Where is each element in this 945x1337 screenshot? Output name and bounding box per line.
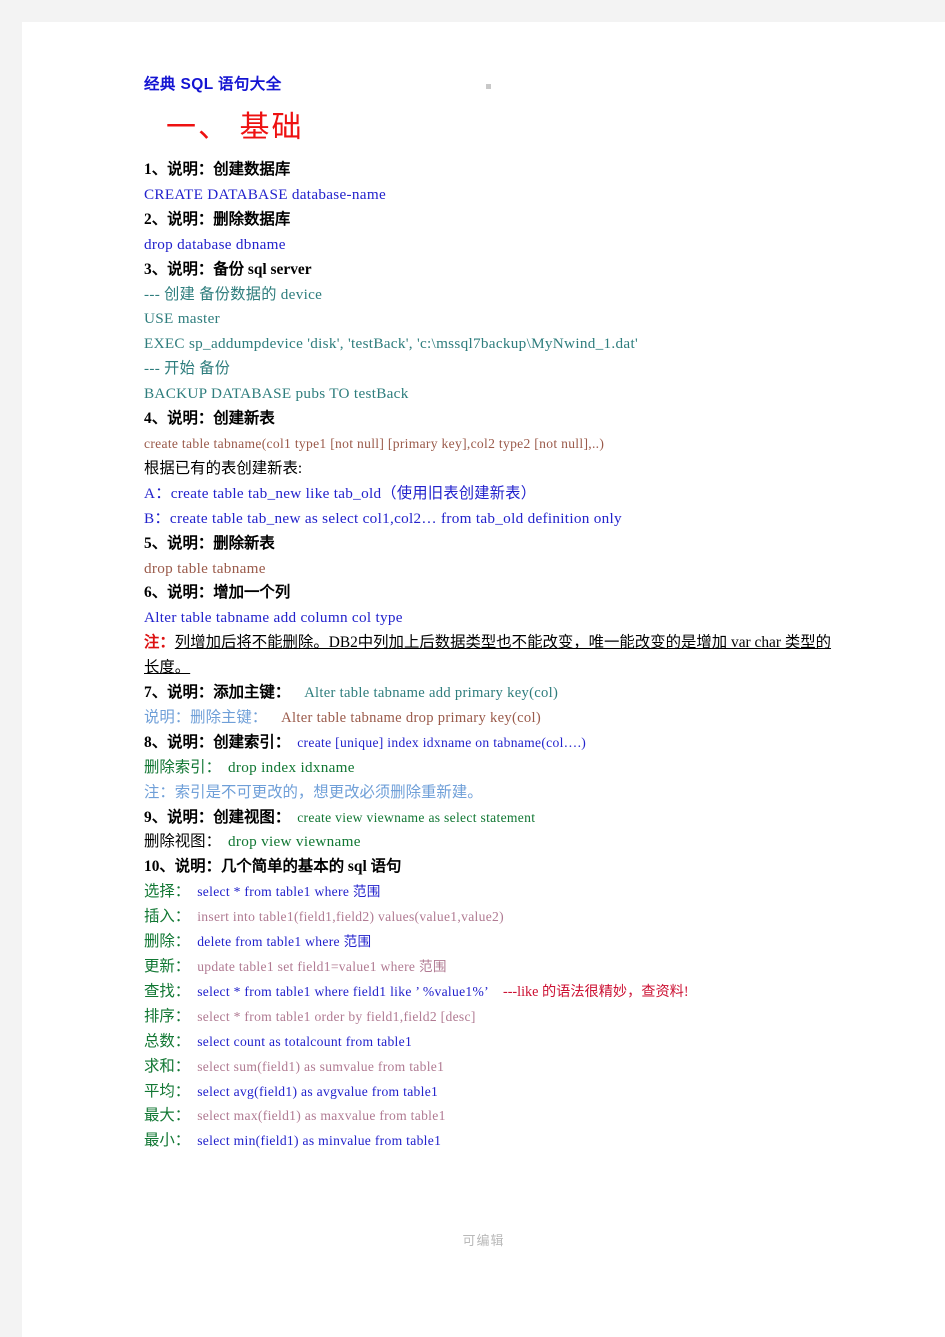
basic-statement-label: 选择： bbox=[144, 883, 191, 901]
basic-statement-sql: select min(field1) as minvalue from tabl… bbox=[197, 1133, 442, 1149]
basic-statement-comment: ---like 的语法很精妙，查资料! bbox=[502, 983, 689, 1000]
document-content: 经典 SQL 语句大全 一、 基础 1、说明：创建数据库 CREATE DATA… bbox=[144, 72, 844, 1154]
basic-statement-row: 最小： select min(field1) as minvalue from t… bbox=[144, 1129, 844, 1154]
basic-statement-row: 删除： delete from table1 where 范围 bbox=[144, 930, 844, 955]
basic-statement-sql: select count as totalcount from table1 bbox=[197, 1033, 413, 1049]
section-heading: 一、 基础 bbox=[166, 111, 304, 144]
item-7b-label: 说明：删除主键： bbox=[144, 708, 268, 726]
item-8b-sql: drop index idxname bbox=[227, 758, 355, 776]
document-page: 经典 SQL 语句大全 一、 基础 1、说明：创建数据库 CREATE DATA… bbox=[22, 22, 945, 1337]
item-4-label: 4、说明：创建新表 bbox=[144, 410, 275, 428]
item-4-variant-a: A：create table tab_new like tab_old（使用旧表… bbox=[144, 484, 537, 502]
basic-statement-label: 求和： bbox=[144, 1057, 191, 1075]
item-1-sql: CREATE DATABASE database-name bbox=[144, 185, 386, 203]
item-5-sql: drop table tabname bbox=[144, 559, 266, 577]
item-4-sql: create table tabname(col1 type1 [not nul… bbox=[144, 435, 605, 451]
basic-statement-label: 查找： bbox=[144, 982, 191, 1000]
basic-statement-sql: select * from table1 where 范围 bbox=[197, 884, 381, 900]
item-4-subtitle: 根据已有的表创建新表: bbox=[144, 459, 303, 477]
item-4-variant-b: B：create table tab_new as select col1,co… bbox=[144, 509, 622, 527]
item-5-label: 5、说明：删除新表 bbox=[144, 534, 275, 552]
item-8-label: 8、说明：创建索引： bbox=[144, 733, 291, 751]
basic-statement-row: 插入： insert into table1(field1,field2) val… bbox=[144, 905, 844, 930]
basic-statement-row: 总数： select count as totalcount from table… bbox=[144, 1030, 844, 1055]
basic-statement-row: 选择： select * from table1 where 范围 bbox=[144, 880, 844, 905]
basic-statement-row: 平均： select avg(field1) as avgvalue from t… bbox=[144, 1080, 844, 1105]
item-6-note: 注：列增加后将不能删除。DB2中列加上后数据类型也不能改变，唯一能改变的是增加 … bbox=[144, 631, 844, 681]
item-9b-label: 删除视图： bbox=[144, 833, 221, 851]
item-9-label: 9、说明：创建视图： bbox=[144, 808, 291, 826]
item-2-label: 2、说明：删除数据库 bbox=[144, 210, 291, 228]
item-8-note: 注：索引是不可更改的，想更改必须删除重新建。 bbox=[144, 783, 483, 801]
item-3-exec-addumpdevice: EXEC sp_addumpdevice 'disk', 'testBack',… bbox=[144, 335, 638, 353]
basic-statement-sql: delete from table1 where 范围 bbox=[197, 934, 372, 950]
basic-statement-row: 更新： update table1 set field1=value1 where… bbox=[144, 955, 844, 980]
basic-statement-row: 最大： select max(field1) as maxvalue from t… bbox=[144, 1104, 844, 1129]
item-3-comment-begin-backup: --- 开始 备份 bbox=[144, 360, 231, 378]
item-3-use-master: USE master bbox=[144, 310, 220, 328]
item-7-sql: Alter table tabname add primary key(col) bbox=[304, 685, 559, 702]
basic-statement-row: 排序： select * from table1 order by field1,… bbox=[144, 1005, 844, 1030]
page-footer: 可编辑 bbox=[462, 1233, 505, 1248]
item-8-row: 8、说明：创建索引： create [unique] index idxname … bbox=[144, 731, 844, 756]
item-1-label: 1、说明：创建数据库 bbox=[144, 161, 291, 178]
item-3-label: 3、说明：备份 sql server bbox=[144, 260, 312, 278]
basic-statement-sql: select * from table1 where field1 like ’… bbox=[197, 983, 489, 999]
basic-statement-sql: select sum(field1) as sumvalue from tabl… bbox=[197, 1058, 445, 1074]
basic-statement-sql: update table1 set field1=value1 where 范围 bbox=[197, 959, 447, 974]
item-6-label: 6、说明：增加一个列 bbox=[144, 584, 291, 602]
item-9b-sql: drop view viewname bbox=[227, 833, 361, 851]
item-2-sql: drop database dbname bbox=[144, 235, 286, 253]
basic-statement-sql: select avg(field1) as avgvalue from tabl… bbox=[197, 1083, 439, 1099]
basic-statement-label: 总数： bbox=[144, 1032, 191, 1050]
item-9b-row: 删除视图： drop view viewname bbox=[144, 830, 844, 855]
basic-statement-label: 更新： bbox=[144, 958, 191, 975]
basic-statement-row: 求和： select sum(field1) as sumvalue from t… bbox=[144, 1055, 844, 1080]
item-7-label: 7、说明：添加主键： bbox=[144, 684, 291, 702]
document-title: 经典 SQL 语句大全 bbox=[144, 76, 282, 93]
item-9-row: 9、说明：创建视图： create view viewname as select… bbox=[144, 806, 844, 831]
basic-statement-sql: select * from table1 order by field1,fie… bbox=[197, 1008, 476, 1024]
basic-statement-label: 删除： bbox=[144, 933, 191, 951]
item-8b-label: 删除索引： bbox=[144, 758, 221, 776]
basic-statement-label: 最大： bbox=[144, 1107, 191, 1125]
item-10-label: 10、说明：几个简单的基本的 sql 语句 bbox=[144, 858, 402, 876]
basic-statements-list: 选择： select * from table1 where 范围 插入： inser… bbox=[144, 880, 844, 1154]
basic-statement-label: 最小： bbox=[144, 1132, 191, 1150]
basic-statement-label: 插入： bbox=[144, 908, 191, 926]
basic-statement-row: 查找： select * from table1 where field1 lik… bbox=[144, 980, 844, 1005]
basic-statement-label: 平均： bbox=[144, 1082, 191, 1100]
basic-statement-sql: select max(field1) as maxvalue from tabl… bbox=[197, 1108, 446, 1124]
item-8-sql: create [unique] index idxname on tabname… bbox=[297, 734, 587, 750]
item-3-backup-database: BACKUP DATABASE pubs TO testBack bbox=[144, 385, 409, 403]
basic-statement-sql: insert into table1(field1,field2) values… bbox=[197, 909, 504, 925]
item-3-comment-create-device: --- 创建 备份数据的 device bbox=[144, 285, 323, 303]
item-9-sql: create view viewname as select statement bbox=[297, 809, 536, 825]
item-7b-sql: Alter table tabname drop primary key(col… bbox=[281, 709, 542, 726]
note-prefix: 注： bbox=[144, 634, 175, 652]
basic-statement-label: 排序： bbox=[144, 1007, 191, 1025]
item-7b-row: 说明：删除主键： Alter table tabname drop primary… bbox=[144, 706, 844, 731]
item-8b-row: 删除索引： drop index idxname bbox=[144, 756, 844, 781]
item-6-sql: Alter table tabname add column col type bbox=[144, 609, 403, 627]
note-body: 列增加后将不能删除。DB2中列加上后数据类型也不能改变，唯一能改变的是增加 va… bbox=[144, 634, 832, 677]
item-7-row: 7、说明：添加主键： Alter table tabname add primar… bbox=[144, 681, 844, 706]
